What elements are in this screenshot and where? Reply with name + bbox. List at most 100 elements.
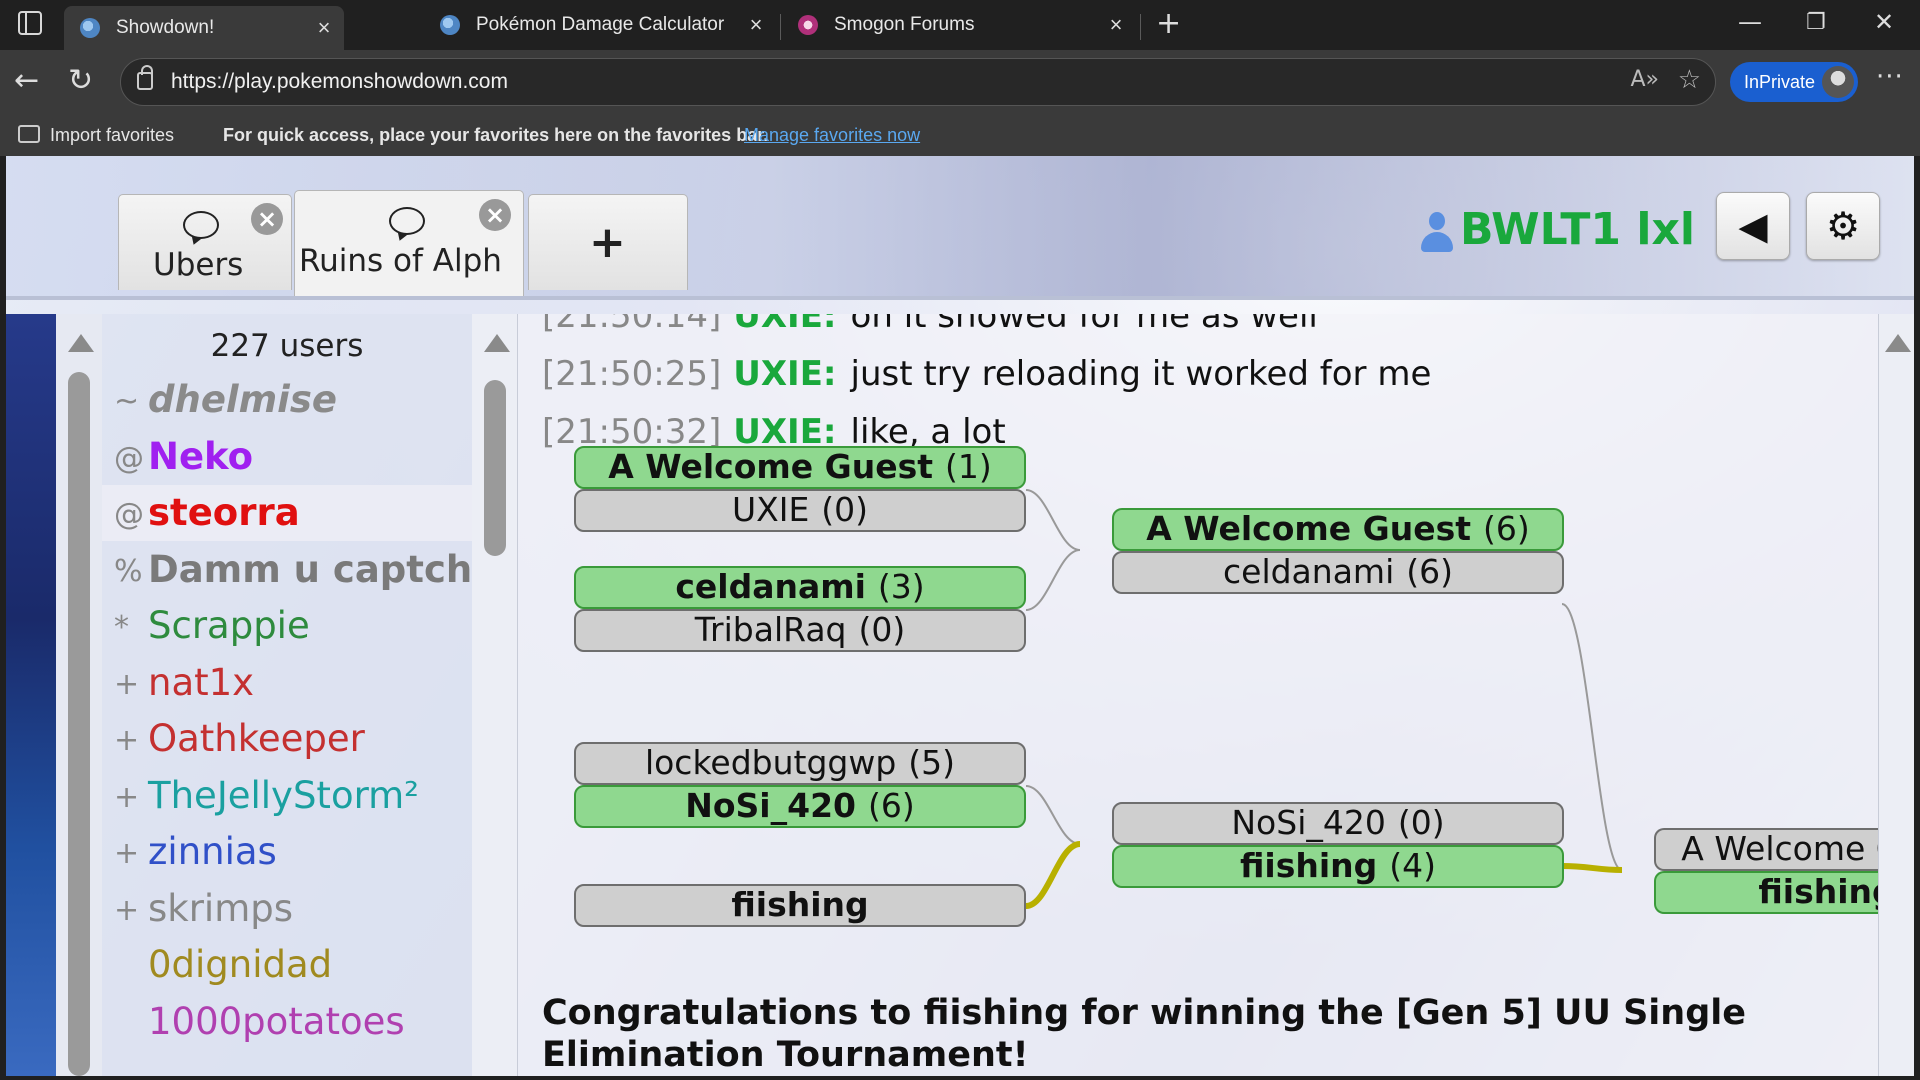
new-tab-icon[interactable]: +	[1156, 6, 1181, 41]
bracket-match: lockedbutggwp (5) NoSi_420 (6)	[574, 742, 1026, 828]
user-name[interactable]: Damm u captcha	[148, 548, 497, 591]
user-name[interactable]: nat1x	[148, 661, 254, 704]
userlist-entry[interactable]: ~ dhelmise	[102, 372, 472, 428]
url-text[interactable]: https://play.pokemonshowdown.com	[171, 70, 508, 94]
bracket-player-name[interactable]: celdanami	[1223, 553, 1394, 591]
tournament-winner-announcement: Congratulations to fiishing for winning …	[542, 993, 1746, 1075]
user-group-symbol: *	[114, 610, 129, 645]
bracket-score: (0)	[858, 610, 906, 649]
import-favorites-icon[interactable]	[18, 125, 40, 143]
bracket-player-slot: fiishing	[1654, 871, 1878, 914]
close-tab-icon[interactable]: ×	[1104, 12, 1128, 38]
chat-log: [21:50:14] UXIE: oh it showed for me as we…	[518, 314, 1878, 1076]
userlist-entry[interactable]: + Oathkeeper	[102, 711, 472, 767]
user-name[interactable]: TheJellyStorm²	[148, 774, 419, 817]
userlist-entry[interactable]: + skrimps	[102, 881, 472, 937]
close-window-icon[interactable]: ✕	[1874, 8, 1894, 36]
user-count: 227 users	[210, 328, 364, 364]
settings-button[interactable]: ⚙	[1806, 192, 1880, 260]
userlist-entry[interactable]: * Scrappie	[102, 598, 472, 654]
close-room-icon[interactable]: ×	[251, 203, 283, 235]
bracket-bye-slot: fiishing	[574, 884, 1026, 927]
smogon-favicon-icon	[798, 15, 818, 35]
bracket-player-name[interactable]: NoSi_420	[685, 787, 856, 825]
bracket-match: A Welcome Guest fiishing	[1654, 828, 1878, 914]
bracket-match: A Welcome Guest (6) celdanami (6)	[1112, 508, 1564, 594]
user-name[interactable]: Neko	[148, 435, 253, 478]
restore-icon[interactable]: ❐	[1806, 10, 1826, 35]
user-group-symbol: +	[114, 723, 140, 758]
bracket-player-name[interactable]: NoSi_420	[1231, 804, 1385, 842]
scroll-up-arrow-icon[interactable]	[68, 334, 94, 352]
bracket-player-name[interactable]: fiishing	[1758, 873, 1878, 911]
scroll-up-arrow-icon[interactable]	[1885, 334, 1911, 352]
scroll-up-arrow-icon[interactable]	[484, 334, 510, 352]
refresh-icon[interactable]: ↻	[68, 64, 93, 98]
minimize-icon[interactable]: —	[1738, 8, 1762, 36]
bracket-match: NoSi_420 (0) fiishing (4)	[1112, 802, 1564, 888]
bracket-player-slot: UXIE (0)	[574, 489, 1026, 532]
sound-button[interactable]: ◀	[1716, 192, 1790, 260]
sidebar-toggle-icon[interactable]	[18, 11, 42, 35]
lock-icon[interactable]	[137, 65, 153, 90]
username[interactable]: BWLT1 lxl	[1460, 204, 1695, 255]
userlist-entry[interactable]: 1000potatoes	[102, 994, 472, 1050]
userlist-outer-scrollbar[interactable]	[56, 314, 102, 1076]
bracket-player-name[interactable]: A Welcome Guest	[1681, 830, 1878, 868]
room-tab-ruins-of-alph[interactable]: Ruins of Alph ×	[294, 190, 524, 296]
manage-favorites-link[interactable]: Manage favorites now	[744, 125, 920, 146]
back-icon[interactable]: ←	[14, 64, 39, 98]
chat-scrollbar[interactable]	[1878, 314, 1914, 1076]
user-name[interactable]: 1000potatoes	[148, 1000, 405, 1043]
bracket-player-name[interactable]: A Welcome Guest	[1146, 510, 1471, 548]
tab-separator	[1140, 14, 1141, 40]
room-tab-ubers[interactable]: Ubers ×	[118, 194, 292, 290]
import-favorites-button[interactable]: Import favorites	[50, 125, 174, 146]
user-name[interactable]: zinnias	[148, 830, 277, 873]
userlist-entry[interactable]: @ Neko	[102, 429, 472, 485]
bracket-player-slot: NoSi_420 (6)	[574, 785, 1026, 828]
user-name[interactable]: Scrappie	[148, 604, 310, 647]
close-tab-icon[interactable]: ×	[312, 15, 336, 41]
tab-title: Smogon Forums	[834, 14, 975, 35]
inprivate-button[interactable]: InPrivate	[1730, 62, 1858, 102]
userlist-entry[interactable]: + nat1x	[102, 655, 472, 711]
new-room-tab[interactable]: +	[528, 194, 688, 290]
userlist-entry[interactable]: @ steorra	[102, 485, 472, 541]
userlist-entry[interactable]: % Damm u captcha	[102, 542, 497, 598]
user-group-symbol: @	[114, 440, 144, 476]
scrollbar-thumb[interactable]	[68, 372, 90, 1076]
bracket-player-name[interactable]: lockedbutggwp	[645, 744, 896, 782]
read-aloud-icon[interactable]: A»	[1630, 67, 1659, 92]
user-name[interactable]: skrimps	[148, 887, 293, 930]
browser-tab-showdown[interactable]: Showdown! ×	[64, 6, 344, 50]
user-name[interactable]: 0dignidad	[148, 943, 332, 986]
user-name[interactable]: steorra	[148, 491, 300, 534]
userlist-scrollbar[interactable]	[472, 314, 518, 1076]
page-viewport: Ubers × Ruins of Alph × + BWLT1 lxl ◀ ⚙ …	[6, 156, 1914, 1076]
favorites-bar: Import favorites For quick access, place…	[0, 114, 1920, 156]
userlist: 227 users ~ dhelmise @ Neko @ steorra% Damm u …	[102, 314, 497, 1076]
scrollbar-thumb[interactable]	[484, 380, 506, 556]
close-tab-icon[interactable]: ×	[744, 12, 768, 38]
bracket-player-name[interactable]: A Welcome Guest	[608, 448, 933, 486]
bracket-player-name[interactable]: UXIE	[732, 491, 809, 529]
bracket-player-name[interactable]: fiishing	[731, 886, 868, 924]
browser-tab-smogon[interactable]: Smogon Forums ×	[782, 6, 1136, 44]
bracket-player-name[interactable]: TribalRaq	[695, 611, 847, 649]
bracket-player-name[interactable]: celdanami	[675, 568, 866, 606]
bracket-player-slot: TribalRaq (0)	[574, 609, 1026, 652]
userlist-entry[interactable]: + zinnias	[102, 824, 472, 880]
browser-tab-damage-calc[interactable]: Pokémon Damage Calculator ×	[424, 6, 776, 44]
close-room-icon[interactable]: ×	[479, 199, 511, 231]
bracket-player-slot: A Welcome Guest (6)	[1112, 508, 1564, 551]
favorite-star-icon[interactable]: ☆	[1678, 65, 1701, 95]
browser-tab-bar: Showdown! × Pokémon Damage Calculator × …	[0, 0, 1920, 50]
more-options-icon[interactable]: ···	[1876, 62, 1904, 92]
user-name[interactable]: dhelmise	[148, 378, 337, 421]
userlist-entry[interactable]: 0dignidad	[102, 937, 472, 993]
bracket-player-name[interactable]: fiishing	[1240, 847, 1377, 885]
userlist-entry[interactable]: + TheJellyStorm²	[102, 768, 472, 824]
address-bar[interactable]: https://play.pokemonshowdown.com A» ☆	[120, 58, 1716, 106]
user-name[interactable]: Oathkeeper	[148, 717, 365, 760]
